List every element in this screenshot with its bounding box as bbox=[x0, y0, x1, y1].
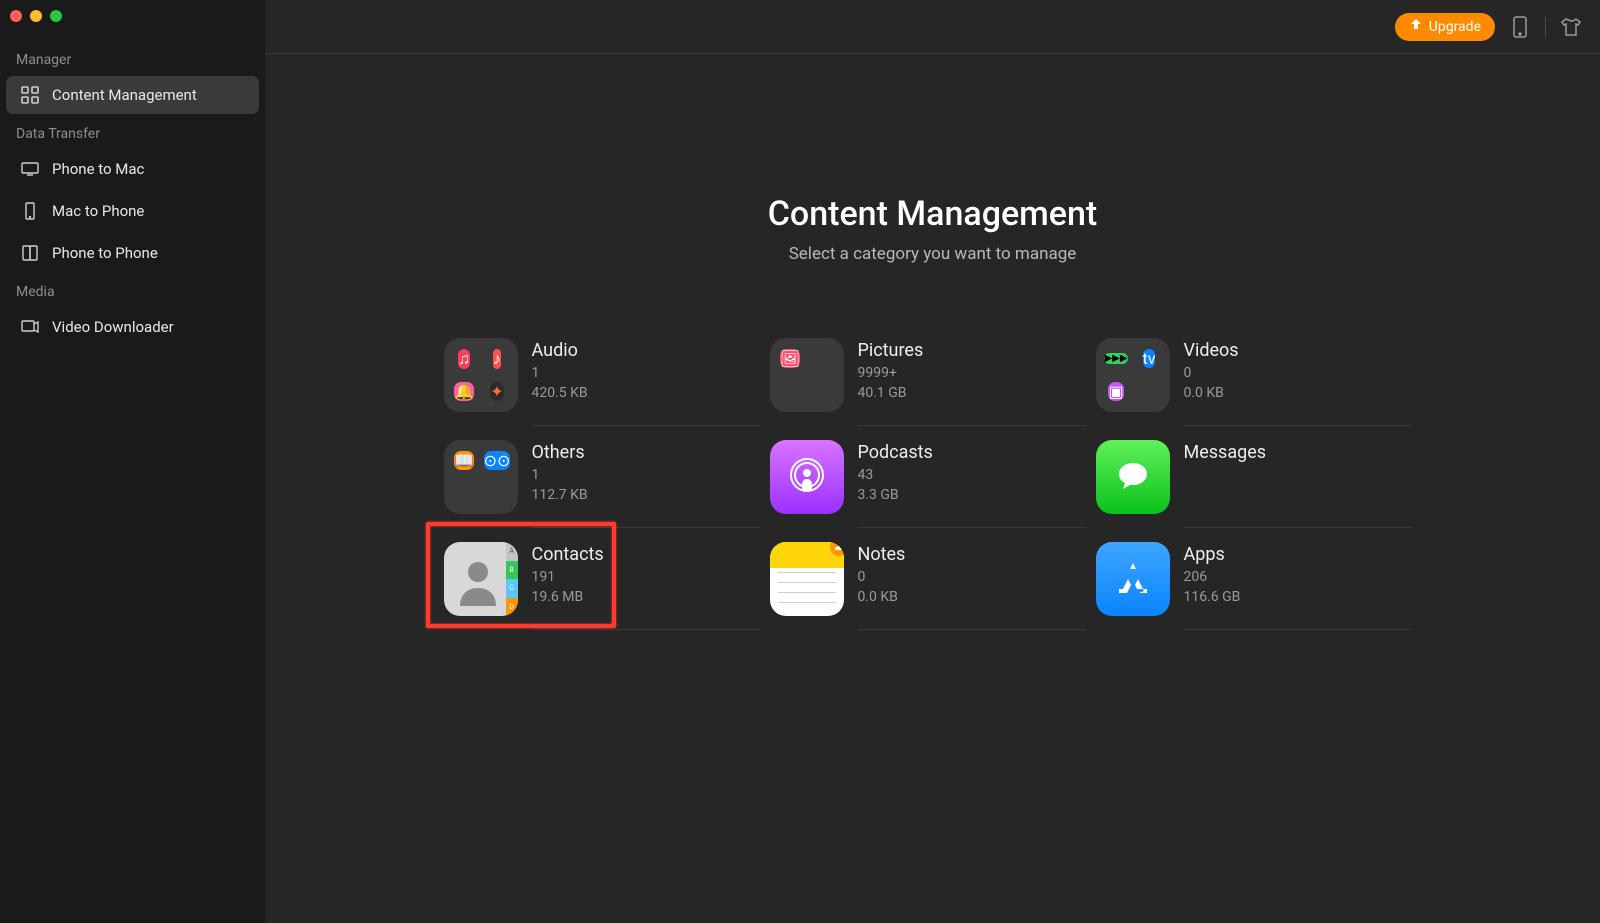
messages-icon bbox=[1096, 440, 1170, 514]
sidebar-item-label: Content Management bbox=[52, 86, 197, 104]
notes-icon bbox=[770, 542, 844, 616]
category-messages[interactable]: Messages bbox=[1096, 426, 1422, 528]
category-contacts[interactable]: A B C D Contacts 191 19.6 MB bbox=[444, 528, 770, 630]
category-size: 0.0 KB bbox=[1184, 385, 1239, 401]
sidebar-item-phone-to-mac[interactable]: Phone to Mac bbox=[6, 150, 259, 188]
pictures-icon: 🖼 bbox=[770, 338, 844, 412]
category-count: 43 bbox=[858, 467, 933, 483]
sidebar-section-media: Media bbox=[0, 274, 265, 306]
category-title: Pictures bbox=[858, 340, 924, 361]
category-title: Contacts bbox=[532, 544, 604, 565]
category-title: Podcasts bbox=[858, 442, 933, 463]
close-window-button[interactable] bbox=[10, 10, 22, 22]
category-title: Messages bbox=[1184, 442, 1267, 463]
phone-to-mac-icon bbox=[20, 159, 40, 179]
phone-to-phone-icon bbox=[20, 243, 40, 263]
video-download-icon bbox=[20, 317, 40, 337]
sidebar-item-label: Video Downloader bbox=[52, 318, 174, 336]
upgrade-icon bbox=[1409, 18, 1423, 36]
sidebar-item-label: Phone to Phone bbox=[52, 244, 158, 262]
main-area: Upgrade Content Management Select a cate… bbox=[265, 0, 1600, 923]
page-subtitle: Select a category you want to manage bbox=[789, 244, 1077, 264]
upgrade-button[interactable]: Upgrade bbox=[1395, 13, 1495, 41]
category-count: 1 bbox=[532, 467, 588, 483]
category-grid: ♫ ♪ 🔔 ✦ Audio 1 420.5 KB 🖼 bbox=[444, 324, 1422, 630]
category-size: 420.5 KB bbox=[532, 385, 588, 401]
content-area: Content Management Select a category you… bbox=[265, 54, 1600, 923]
sidebar-item-content-management[interactable]: Content Management bbox=[6, 76, 259, 114]
minimize-window-button[interactable] bbox=[30, 10, 42, 22]
divider bbox=[1184, 629, 1412, 630]
category-title: Audio bbox=[532, 340, 588, 361]
category-title: Others bbox=[532, 442, 588, 463]
category-size: 3.3 GB bbox=[858, 487, 933, 503]
mac-to-phone-icon bbox=[20, 201, 40, 221]
divider bbox=[858, 629, 1086, 630]
category-count: 1 bbox=[532, 365, 588, 381]
upgrade-label: Upgrade bbox=[1429, 19, 1481, 35]
divider bbox=[532, 629, 760, 630]
sidebar-section-manager: Manager bbox=[0, 42, 265, 74]
sidebar-item-video-downloader[interactable]: Video Downloader bbox=[6, 308, 259, 346]
sidebar: Manager Content Management Data Transfer… bbox=[0, 0, 265, 923]
page-title: Content Management bbox=[768, 194, 1098, 234]
maximize-window-button[interactable] bbox=[50, 10, 62, 22]
others-icon: 📖 ⊙⊙ bbox=[444, 440, 518, 514]
category-size: 116.6 GB bbox=[1184, 589, 1241, 605]
sidebar-item-phone-to-phone[interactable]: Phone to Phone bbox=[6, 234, 259, 272]
category-audio[interactable]: ♫ ♪ 🔔 ✦ Audio 1 420.5 KB bbox=[444, 324, 770, 426]
sidebar-item-label: Phone to Mac bbox=[52, 160, 144, 178]
sidebar-section-data-transfer: Data Transfer bbox=[0, 116, 265, 148]
category-count: 0 bbox=[1184, 365, 1239, 381]
apps-icon bbox=[1096, 542, 1170, 616]
category-count: 206 bbox=[1184, 569, 1241, 585]
category-count: 0 bbox=[858, 569, 906, 585]
category-count: 191 bbox=[532, 569, 604, 585]
category-pictures[interactable]: 🖼 Pictures 9999+ 40.1 GB bbox=[770, 324, 1096, 426]
category-videos[interactable]: ▶▶▶ tv ▣ Videos 0 0.0 KB bbox=[1096, 324, 1422, 426]
audio-icon: ♫ ♪ 🔔 ✦ bbox=[444, 338, 518, 412]
videos-icon: ▶▶▶ tv ▣ bbox=[1096, 338, 1170, 412]
category-notes[interactable]: Notes 0 0.0 KB bbox=[770, 528, 1096, 630]
category-count: 9999+ bbox=[858, 365, 924, 381]
topbar: Upgrade bbox=[265, 0, 1600, 54]
category-title: Apps bbox=[1184, 544, 1241, 565]
podcasts-icon bbox=[770, 440, 844, 514]
category-title: Videos bbox=[1184, 340, 1239, 361]
category-others[interactable]: 📖 ⊙⊙ Others 1 112.7 KB bbox=[444, 426, 770, 528]
sidebar-item-label: Mac to Phone bbox=[52, 202, 144, 220]
category-apps[interactable]: Apps 206 116.6 GB bbox=[1096, 528, 1422, 630]
window-traffic-lights bbox=[0, 0, 265, 42]
category-podcasts[interactable]: Podcasts 43 3.3 GB bbox=[770, 426, 1096, 528]
category-size: 0.0 KB bbox=[858, 589, 906, 605]
category-size: 40.1 GB bbox=[858, 385, 924, 401]
category-size: 112.7 KB bbox=[532, 487, 588, 503]
sidebar-item-mac-to-phone[interactable]: Mac to Phone bbox=[6, 192, 259, 230]
shirt-icon[interactable] bbox=[1560, 16, 1582, 38]
category-title: Notes bbox=[858, 544, 906, 565]
category-size: 19.6 MB bbox=[532, 589, 604, 605]
device-icon[interactable] bbox=[1509, 16, 1531, 38]
contacts-icon: A B C D bbox=[444, 542, 518, 616]
topbar-separator bbox=[1545, 17, 1546, 37]
grid-icon bbox=[20, 85, 40, 105]
